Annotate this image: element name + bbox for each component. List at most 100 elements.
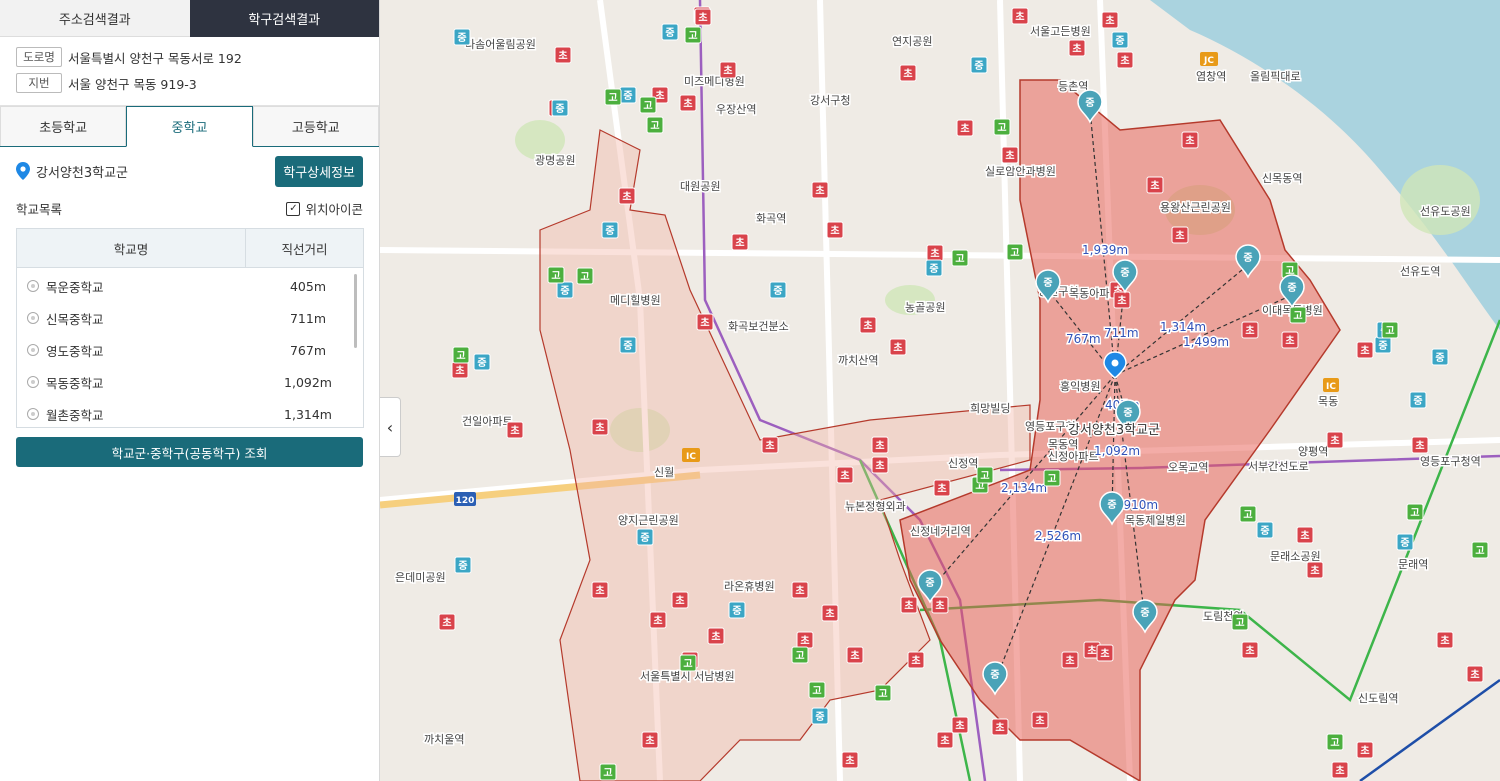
- high-school-icon[interactable]: 고: [1471, 541, 1489, 559]
- elementary-school-icon[interactable]: 초: [591, 581, 609, 599]
- elementary-school-icon[interactable]: 초: [951, 716, 969, 734]
- elementary-school-icon[interactable]: 초: [438, 613, 456, 631]
- elementary-school-icon[interactable]: 초: [936, 731, 954, 749]
- high-school-icon[interactable]: 고: [547, 266, 565, 284]
- middle-school-icon[interactable]: 중: [1396, 533, 1414, 551]
- table-row[interactable]: 월촌중학교 1,314m: [17, 398, 363, 427]
- elementary-school-icon[interactable]: 초: [1466, 665, 1484, 683]
- elementary-school-icon[interactable]: 초: [694, 8, 712, 26]
- elementary-school-icon[interactable]: 초: [1241, 321, 1259, 339]
- middle-school-icon[interactable]: 중: [551, 99, 569, 117]
- middle-school-icon[interactable]: 중: [1431, 348, 1449, 366]
- table-row[interactable]: 목동중학교 1,092m: [17, 366, 363, 398]
- radio-button[interactable]: [27, 408, 39, 420]
- location-icon-toggle[interactable]: ✓ 위치아이콘: [286, 199, 363, 218]
- elementary-school-icon[interactable]: 초: [1306, 561, 1324, 579]
- elementary-school-icon[interactable]: 초: [649, 611, 667, 629]
- elementary-school-icon[interactable]: 초: [1068, 39, 1086, 57]
- middle-school-icon[interactable]: 중: [454, 556, 472, 574]
- elementary-school-icon[interactable]: 초: [846, 646, 864, 664]
- middle-school-icon[interactable]: 중: [636, 528, 654, 546]
- elementary-school-icon[interactable]: 초: [696, 313, 714, 331]
- elementary-school-icon[interactable]: 초: [1116, 51, 1134, 69]
- radio-button[interactable]: [27, 376, 39, 388]
- elementary-school-icon[interactable]: 초: [821, 604, 839, 622]
- elementary-school-icon[interactable]: 초: [641, 731, 659, 749]
- middle-school-icon[interactable]: 중: [601, 221, 619, 239]
- middle-school-icon[interactable]: 중: [925, 259, 943, 277]
- elementary-school-icon[interactable]: 초: [671, 591, 689, 609]
- middle-school-icon[interactable]: 중: [1111, 31, 1129, 49]
- elementary-school-icon[interactable]: 초: [1436, 631, 1454, 649]
- middle-school-icon[interactable]: 중: [556, 281, 574, 299]
- district-lookup-button[interactable]: 학교군·중학구(공동학구) 조회: [16, 437, 363, 467]
- elementary-school-icon[interactable]: 초: [554, 46, 572, 64]
- high-school-icon[interactable]: 고: [1289, 306, 1307, 324]
- high-school-icon[interactable]: 고: [1231, 613, 1249, 631]
- middle-school-icon[interactable]: 중: [473, 353, 491, 371]
- tab-address-results[interactable]: 주소검색결과: [0, 0, 190, 37]
- elementary-school-icon[interactable]: 초: [1356, 341, 1374, 359]
- tab-high[interactable]: 고등학교: [252, 106, 379, 146]
- middle-school-icon[interactable]: 중: [453, 28, 471, 46]
- elementary-school-icon[interactable]: 초: [956, 119, 974, 137]
- high-school-icon[interactable]: 고: [1043, 469, 1061, 487]
- high-school-icon[interactable]: 고: [679, 654, 697, 672]
- elementary-school-icon[interactable]: 초: [761, 436, 779, 454]
- elementary-school-icon[interactable]: 초: [731, 233, 749, 251]
- radio-button[interactable]: [27, 312, 39, 324]
- elementary-school-icon[interactable]: 초: [859, 316, 877, 334]
- high-school-icon[interactable]: 고: [976, 466, 994, 484]
- elementary-school-icon[interactable]: 초: [1001, 146, 1019, 164]
- tab-middle[interactable]: 중학교: [126, 106, 253, 147]
- elementary-school-icon[interactable]: 초: [1241, 641, 1259, 659]
- tab-elementary[interactable]: 초등학교: [0, 106, 127, 146]
- middle-school-icon[interactable]: 중: [619, 336, 637, 354]
- table-row[interactable]: 영도중학교 767m: [17, 334, 363, 366]
- high-school-icon[interactable]: 고: [1239, 505, 1257, 523]
- middle-school-icon[interactable]: 중: [1374, 336, 1392, 354]
- elementary-school-icon[interactable]: 초: [826, 221, 844, 239]
- map-view[interactable]: 화곡역 우장산역 까치산역 신정역 목동역 오목교역 신정네거리역 양평역 영등포구청역 신도림역…: [380, 0, 1500, 781]
- middle-school-icon[interactable]: 중: [1256, 521, 1274, 539]
- high-school-icon[interactable]: 고: [576, 267, 594, 285]
- elementary-school-icon[interactable]: 초: [1113, 291, 1131, 309]
- elementary-school-icon[interactable]: 초: [1281, 331, 1299, 349]
- elementary-school-icon[interactable]: 초: [1181, 131, 1199, 149]
- elementary-school-icon[interactable]: 초: [1096, 644, 1114, 662]
- high-school-icon[interactable]: 고: [1381, 321, 1399, 339]
- middle-school-icon[interactable]: 중: [1409, 391, 1427, 409]
- middle-school-icon[interactable]: 중: [728, 601, 746, 619]
- radio-button[interactable]: [27, 280, 39, 292]
- map-canvas[interactable]: 화곡역우장산역까치산역신정역목동역오목교역신정네거리역양평역영등포구청역신도림역…: [380, 0, 1500, 781]
- high-school-icon[interactable]: 고: [599, 763, 617, 781]
- elementary-school-icon[interactable]: 초: [591, 418, 609, 436]
- elementary-school-icon[interactable]: 초: [811, 181, 829, 199]
- table-row[interactable]: 목운중학교 405m: [17, 270, 363, 302]
- high-school-icon[interactable]: 고: [646, 116, 664, 134]
- high-school-icon[interactable]: 고: [639, 96, 657, 114]
- list-scrollbar[interactable]: [354, 274, 357, 348]
- elementary-school-icon[interactable]: 초: [1146, 176, 1164, 194]
- table-row[interactable]: 신목중학교 711m: [17, 302, 363, 334]
- middle-school-icon[interactable]: 중: [769, 281, 787, 299]
- elementary-school-icon[interactable]: 초: [1171, 226, 1189, 244]
- elementary-school-icon[interactable]: 초: [1356, 741, 1374, 759]
- elementary-school-icon[interactable]: 초: [679, 94, 697, 112]
- elementary-school-icon[interactable]: 초: [871, 456, 889, 474]
- elementary-school-icon[interactable]: 초: [907, 651, 925, 669]
- checkbox-checked-icon[interactable]: ✓: [286, 201, 301, 216]
- elementary-school-icon[interactable]: 초: [1331, 761, 1349, 779]
- middle-school-icon[interactable]: 중: [811, 707, 829, 725]
- elementary-school-icon[interactable]: 초: [900, 596, 918, 614]
- elementary-school-icon[interactable]: 초: [926, 244, 944, 262]
- district-detail-button[interactable]: 학구상세정보: [275, 155, 363, 187]
- high-school-icon[interactable]: 고: [1326, 733, 1344, 751]
- elementary-school-icon[interactable]: 초: [618, 187, 636, 205]
- high-school-icon[interactable]: 고: [951, 249, 969, 267]
- high-school-icon[interactable]: 고: [1406, 503, 1424, 521]
- elementary-school-icon[interactable]: 초: [796, 631, 814, 649]
- high-school-icon[interactable]: 고: [452, 346, 470, 364]
- high-school-icon[interactable]: 고: [808, 681, 826, 699]
- collapse-panel-button[interactable]: ‹: [380, 397, 401, 457]
